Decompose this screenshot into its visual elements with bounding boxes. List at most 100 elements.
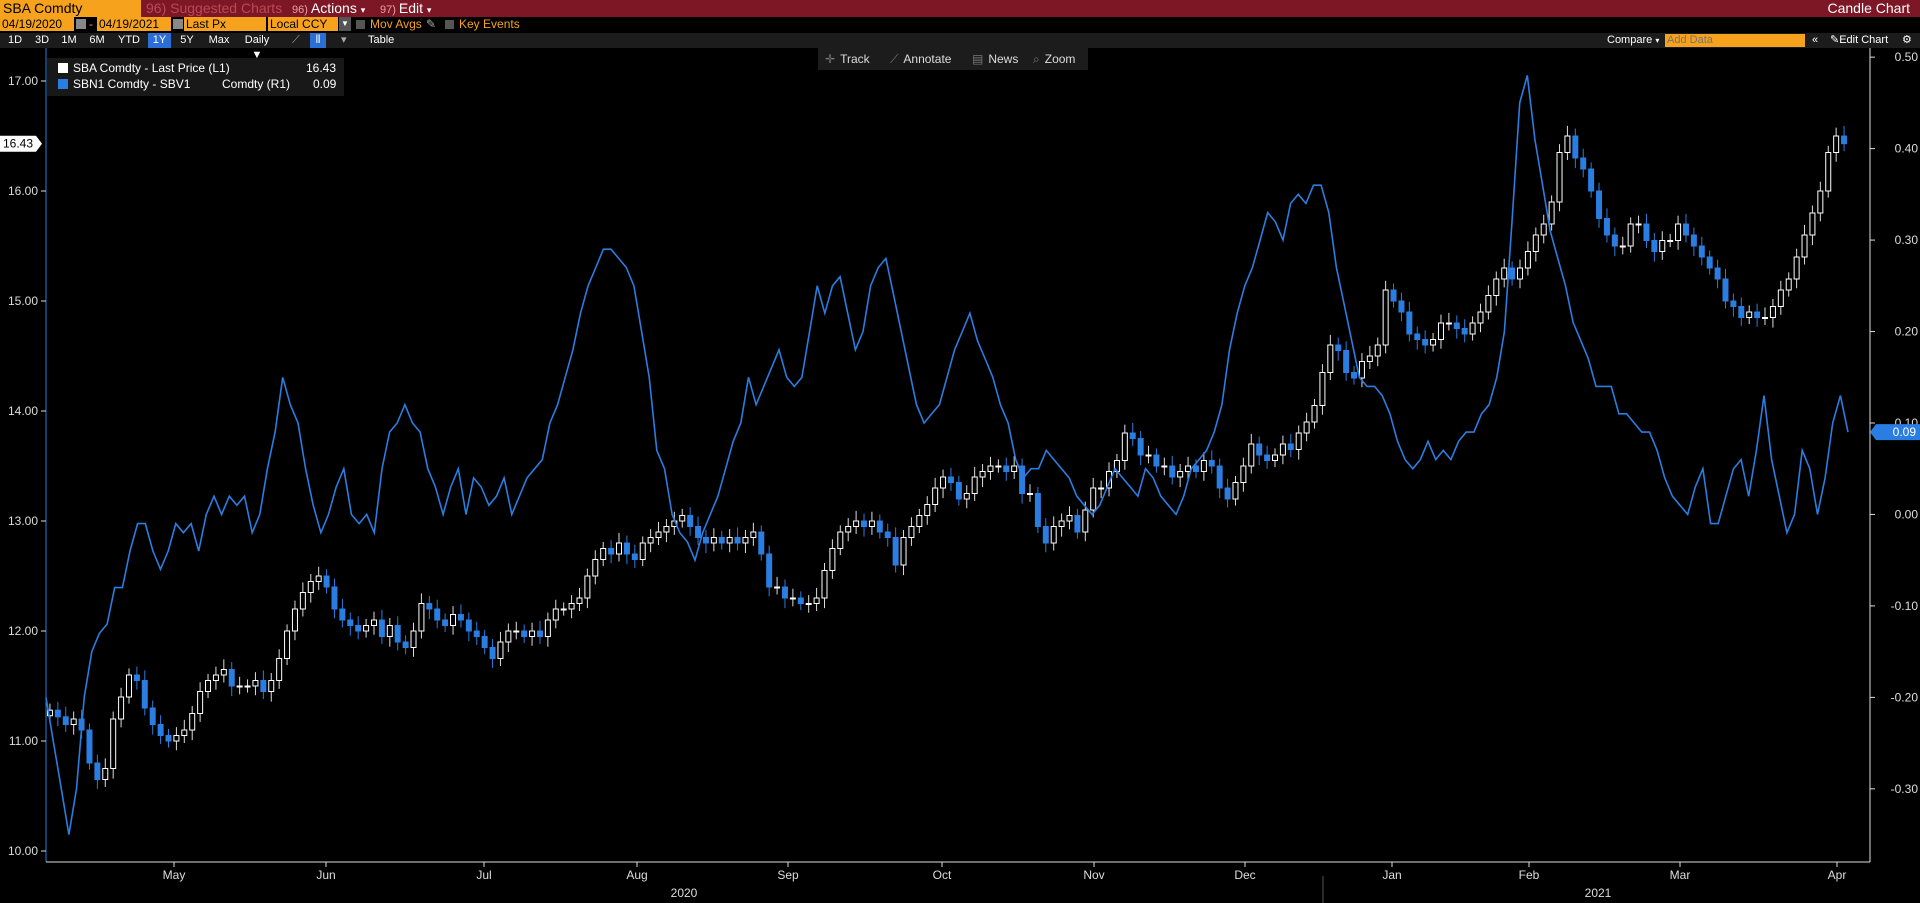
candle-body	[1090, 487, 1097, 511]
candle-body	[1667, 240, 1674, 242]
candle-body	[1833, 135, 1840, 153]
candle-body	[1311, 405, 1318, 423]
candle-body	[797, 597, 804, 604]
candle-body	[450, 614, 457, 626]
candle-body	[125, 674, 132, 698]
candle-body	[1477, 311, 1484, 324]
candle-body	[1825, 152, 1832, 192]
x-tick-label: Oct	[933, 868, 952, 882]
candle-body	[402, 641, 409, 648]
candle-body	[1303, 421, 1310, 434]
candle-body	[1224, 487, 1231, 500]
candle-body	[963, 493, 970, 500]
candle-body	[1437, 322, 1444, 340]
candle-body	[892, 537, 899, 566]
candle-body	[189, 713, 196, 731]
candle-body	[410, 630, 417, 648]
candle-body	[347, 619, 354, 626]
candle-body	[141, 680, 148, 709]
candle-body	[1485, 295, 1492, 313]
candle-body	[1556, 152, 1563, 203]
candle-body	[726, 537, 733, 544]
candle-body	[781, 586, 788, 599]
candle-body	[70, 718, 77, 725]
candle-body	[987, 465, 994, 472]
candle-body	[62, 716, 69, 725]
candle-body	[197, 691, 204, 714]
candle-body	[576, 597, 583, 604]
candle-body	[1264, 454, 1271, 461]
candle-body	[1572, 135, 1579, 159]
left-last-value-label: 16.43	[3, 137, 33, 151]
candle-body	[149, 707, 156, 725]
candle-body	[1042, 526, 1049, 544]
x-tick-label: Dec	[1234, 868, 1255, 882]
candle-body	[513, 630, 520, 633]
x-tick-label: Mar	[1670, 868, 1691, 882]
x-tick-label: Sep	[777, 868, 799, 882]
candle-body	[1524, 251, 1531, 269]
candle-body	[497, 641, 504, 659]
candle-body	[386, 625, 393, 637]
candle-body	[276, 658, 283, 681]
x-tick-label: Nov	[1083, 868, 1104, 882]
candle-body	[1777, 289, 1784, 307]
candle-body	[600, 548, 607, 560]
candle-body	[291, 608, 298, 632]
candle-body	[394, 625, 401, 643]
candle-body	[584, 575, 591, 599]
candle-body	[1121, 432, 1128, 461]
candle-body	[750, 531, 757, 538]
candle-body	[236, 685, 243, 688]
candle-body	[529, 630, 536, 637]
candle-body	[1335, 344, 1342, 351]
candle-body	[94, 762, 101, 780]
candle-body	[1754, 311, 1761, 318]
candle-body	[592, 559, 599, 577]
candle-body	[1003, 465, 1010, 472]
candle-body	[1129, 432, 1136, 439]
candle-body	[837, 531, 844, 549]
right-tick-label: -0.10	[1891, 599, 1919, 613]
candle-body	[1635, 223, 1642, 226]
candle-body	[1232, 482, 1239, 500]
candle-body	[821, 570, 828, 599]
x-year-label: 2020	[671, 886, 698, 900]
candle-body	[1343, 350, 1350, 373]
candle-body	[505, 630, 512, 643]
candle-body	[647, 537, 654, 544]
candle-body	[1098, 487, 1105, 490]
candle-body	[1501, 267, 1508, 280]
x-tick-label: Apr	[1828, 868, 1847, 882]
candle-body	[900, 537, 907, 566]
candle-body	[560, 608, 567, 611]
x-tick-label: Aug	[626, 868, 647, 882]
candle-body	[244, 685, 251, 688]
candle-body	[1271, 454, 1278, 461]
candle-body	[789, 597, 796, 600]
candle-body	[1714, 267, 1721, 280]
candle-body	[1390, 289, 1397, 302]
candle-body	[1287, 443, 1294, 450]
left-tick-label: 14.00	[8, 404, 38, 418]
candle-body	[766, 553, 773, 588]
candle-body	[1430, 339, 1437, 346]
candle-body	[1327, 344, 1334, 373]
candle-body	[1216, 465, 1223, 489]
candle-body	[971, 476, 978, 494]
candle-body	[1177, 471, 1184, 478]
candle-body	[1445, 322, 1452, 325]
left-tick-label: 13.00	[8, 514, 38, 528]
candle-body	[868, 520, 875, 527]
candle-body	[845, 526, 852, 533]
spread-line	[45, 75, 1849, 835]
candle-body	[1351, 372, 1358, 379]
candle-body	[1153, 454, 1160, 467]
x-tick-label: Jun	[316, 868, 335, 882]
candle-body	[908, 526, 915, 538]
candle-body	[1540, 223, 1547, 236]
candle-body	[710, 537, 717, 544]
candle-body	[1240, 465, 1247, 483]
candle-chart[interactable]: 10.00 11.00 12.00 13.00 14.00 15.00 16.00 17.00…	[0, 0, 1920, 903]
candle-body	[947, 476, 954, 483]
